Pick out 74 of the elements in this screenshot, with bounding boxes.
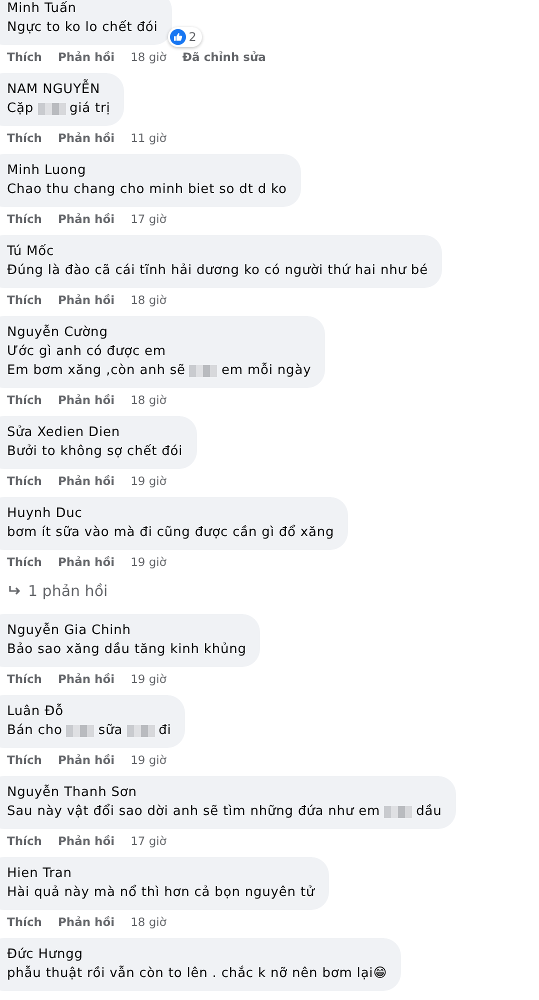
comment-author[interactable]: Minh Luong: [7, 161, 287, 180]
comment-time[interactable]: 19 giờ: [130, 753, 166, 767]
comment-text: Ngực to ko lo chết đói: [7, 19, 158, 37]
comment-author[interactable]: Đức Hưngg: [7, 945, 388, 964]
reply-link[interactable]: Phản hồi: [58, 672, 115, 686]
comment-time[interactable]: 19 giờ: [130, 672, 166, 686]
comment-time[interactable]: 17 giờ: [130, 212, 166, 226]
like-link[interactable]: Thích: [7, 672, 42, 686]
reaction-count: 2: [188, 29, 197, 45]
comment-text: Bưởi to không sợ chết đói: [7, 443, 183, 461]
comment-text: Bảo sao xăng dầu tăng kinh khủng: [7, 641, 246, 659]
comment-time[interactable]: 18 giờ: [130, 50, 166, 64]
like-link[interactable]: Thích: [7, 293, 42, 307]
reply-link[interactable]: Phản hồi: [58, 212, 115, 226]
comment-time[interactable]: 18 giờ: [130, 393, 166, 407]
comment-author[interactable]: Nguyễn Gia Chinh: [7, 621, 246, 640]
comment-time[interactable]: 18 giờ: [130, 293, 166, 307]
like-link[interactable]: Thích: [7, 915, 42, 929]
blurred-text: [189, 364, 218, 376]
comment-text: Bán cho: [7, 722, 62, 740]
comment-text: đi: [158, 722, 172, 740]
comment-author[interactable]: Luân Đỗ: [7, 702, 172, 721]
comment-text: Sau này vật đổi sao dời anh sẽ tìm những đứa như em: [7, 802, 380, 821]
comment-time[interactable]: 11 giờ: [130, 131, 166, 145]
comment-author[interactable]: Minh Tuấn: [7, 0, 158, 18]
reply-link[interactable]: Phản hồi: [58, 393, 115, 407]
reply-link[interactable]: Phản hồi: [58, 753, 115, 767]
like-link[interactable]: Thích: [7, 212, 42, 226]
comment-time[interactable]: 17 giờ: [130, 834, 166, 848]
reply-link[interactable]: Phản hồi: [58, 555, 115, 569]
comment-author[interactable]: Nguyễn Thanh Sơn: [7, 783, 442, 802]
comment-text: phẫu thuật rồi vẫn còn to lên . chắc k nỡ nên bơm lại😁: [7, 964, 388, 983]
like-link[interactable]: Thích: [7, 834, 42, 848]
like-link[interactable]: Thích: [7, 393, 42, 407]
blurred-text: [126, 724, 155, 736]
comment-author[interactable]: Sửa Xedien Dien: [7, 423, 183, 442]
comment-text: giá trị: [70, 100, 110, 118]
reply-link[interactable]: Phản hồi: [58, 131, 115, 145]
comment-time[interactable]: 19 giờ: [130, 474, 166, 488]
thumbs-up-icon: [170, 29, 186, 45]
comment-text: em mỗi ngày: [221, 362, 312, 380]
like-link[interactable]: Thích: [7, 474, 42, 488]
comment-text: Cặp: [7, 100, 34, 118]
comment-text: Chao thu chang cho minh biet so dt d ko: [7, 181, 287, 199]
like-link[interactable]: Thích: [7, 131, 42, 145]
comment-author[interactable]: Hien Tran: [7, 864, 315, 883]
reply-link[interactable]: Phản hồi: [58, 474, 115, 488]
edited-label: Đã chỉnh sửa: [182, 50, 266, 64]
reply-link[interactable]: Phản hồi: [58, 293, 115, 307]
like-link[interactable]: Thích: [7, 555, 42, 569]
comment-text: Ước gì anh có được em: [7, 343, 166, 361]
blurred-text: [38, 102, 66, 114]
view-replies-link[interactable]: 1 phản hồi: [8, 582, 108, 600]
comment-author[interactable]: Huynh Duc: [7, 504, 334, 523]
comment-author[interactable]: NAM NGUYỄN: [7, 80, 110, 99]
comment-text: bơm ít sữa vào mà đi cũng được cần gì đổ xăng: [7, 524, 334, 542]
comment-time[interactable]: 19 giờ: [130, 555, 166, 569]
blurred-text: [384, 806, 412, 818]
comment-author[interactable]: Tú Mốc: [7, 242, 428, 261]
reply-link[interactable]: Phản hồi: [58, 834, 115, 848]
reply-arrow-icon: [8, 585, 22, 597]
like-link[interactable]: Thích: [7, 50, 42, 64]
reaction-badge[interactable]: 2: [168, 27, 202, 47]
like-link[interactable]: Thích: [7, 753, 42, 767]
comment-time[interactable]: 18 giờ: [130, 915, 166, 929]
comment-text: Em bơm xăng ,còn anh sẽ: [7, 362, 186, 380]
comment-author[interactable]: Nguyễn Cường: [7, 323, 312, 342]
comment-text: dầu: [416, 803, 442, 821]
comment-text: Hài quả này mà nổ thì hơn cả bọn nguyên tử: [7, 884, 315, 902]
reply-link[interactable]: Phản hồi: [58, 50, 115, 64]
comment-text: sữa: [98, 722, 123, 740]
blurred-text: [66, 724, 94, 736]
comment-text: Đúng là đào cã cái tĩnh hải dương ko có người thứ hai như bé: [7, 262, 428, 280]
reply-link[interactable]: Phản hồi: [58, 915, 115, 929]
